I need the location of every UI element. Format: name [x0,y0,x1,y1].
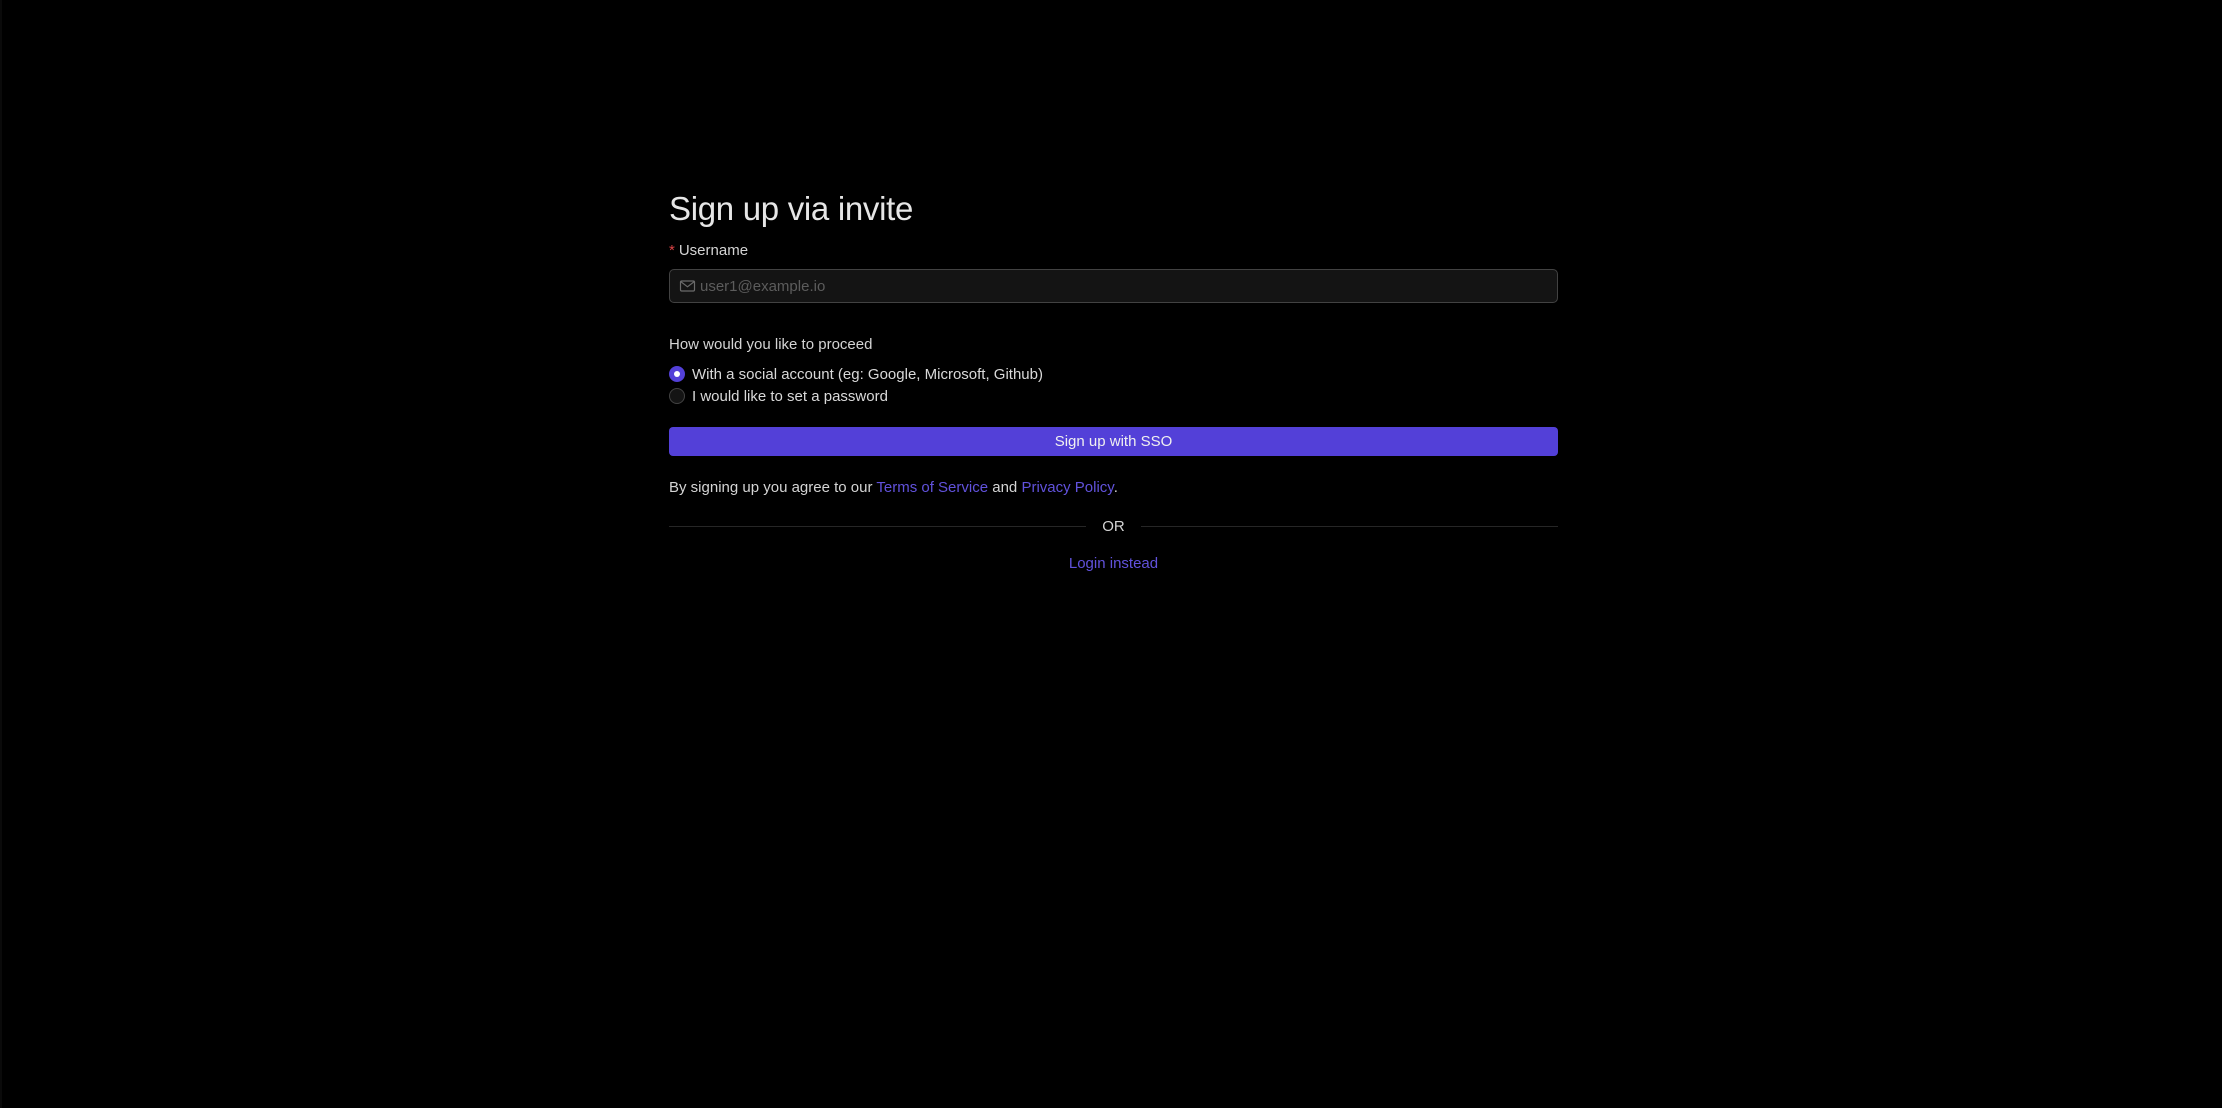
username-label-text: Username [678,242,749,259]
username-input[interactable] [700,271,1557,301]
username-label: * Username [669,241,1558,261]
login-row: Login instead [669,554,1558,574]
privacy-policy-link[interactable]: Privacy Policy [1021,479,1113,496]
page-title: Sign up via invite [669,190,914,227]
sign-up-sso-button[interactable]: Sign up with SSO [669,427,1558,456]
option-set-password[interactable]: I would like to set a password [669,385,1558,407]
terms-of-service-link[interactable]: Terms of Service [876,479,988,496]
legal-prefix: By signing up you agree to our [669,479,877,496]
option-set-password-label[interactable]: I would like to set a password [692,388,888,405]
legal-suffix: . [1113,479,1118,496]
legal-agreement: By signing up you agree to our Terms of … [669,478,1558,498]
legal-conjunction: and [988,479,1022,496]
radio-set-password[interactable] [669,388,685,404]
or-divider: OR [669,516,1558,536]
proceed-radio-group: With a social account (eg: Google, Micro… [669,363,1558,407]
mail-icon [679,279,696,293]
window-edge [0,0,2,1108]
divider-line-right [1140,525,1558,527]
option-social-account-label[interactable]: With a social account (eg: Google, Micro… [692,366,1043,383]
page: Sign up via invite *Username How would y… [0,0,2222,1108]
required-marker: * [669,242,675,259]
username-field[interactable] [669,269,1558,303]
proceed-question: How would you like to proceed [669,336,873,353]
divider-text: OR [1102,517,1125,535]
divider-line-left [669,525,1087,527]
radio-social-account[interactable] [669,366,685,382]
signup-form: Sign up via invite *Username How would y… [669,186,1558,574]
login-instead-link[interactable]: Login instead [1069,555,1158,572]
option-social-account[interactable]: With a social account (eg: Google, Micro… [669,363,1558,385]
